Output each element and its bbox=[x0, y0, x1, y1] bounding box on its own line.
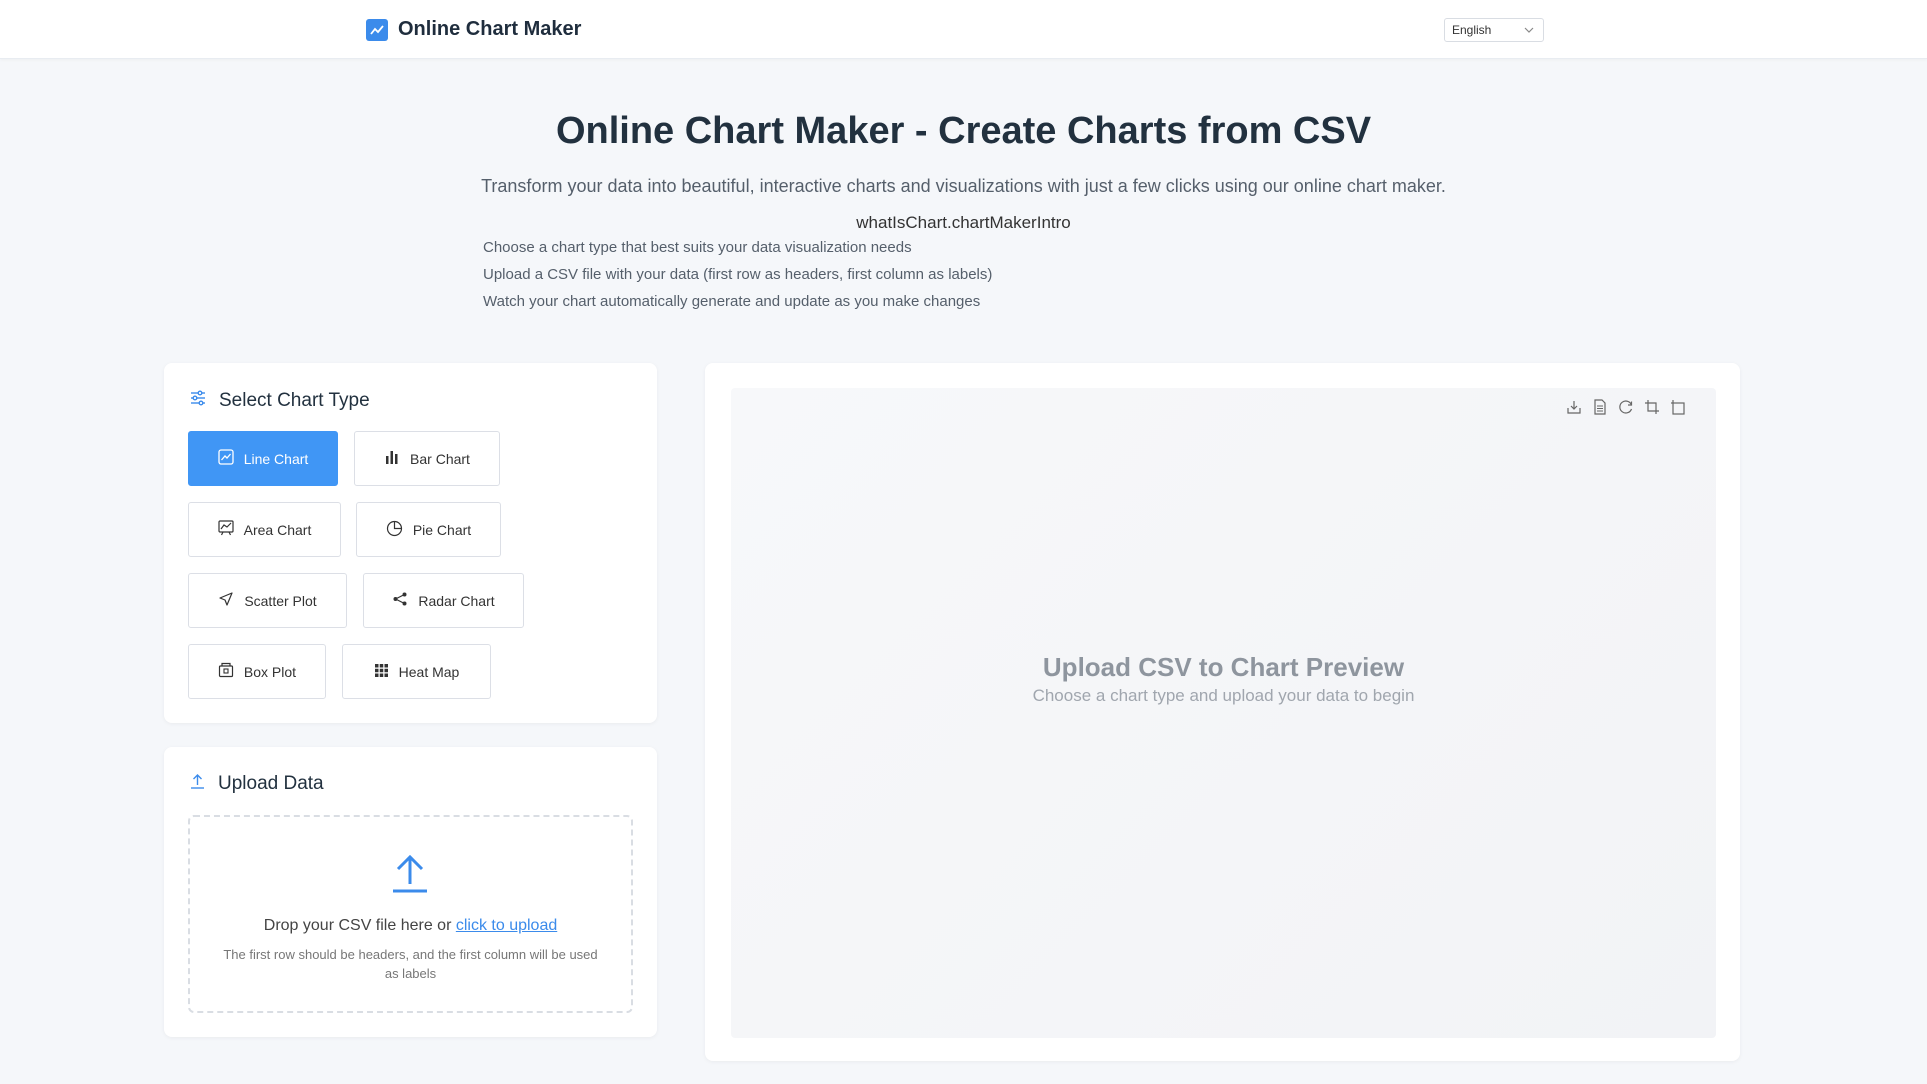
preview-title: Upload CSV to Chart Preview bbox=[1042, 652, 1405, 682]
trend-line-icon bbox=[366, 18, 388, 41]
button-label: Area Chart bbox=[243, 521, 312, 538]
scatter-plot-button[interactable]: Scatter Plot bbox=[188, 573, 347, 628]
button-label: Scatter Plot bbox=[244, 592, 317, 609]
area-chart-icon bbox=[218, 520, 234, 539]
download-icon[interactable] bbox=[1565, 398, 1582, 415]
page-title: Online Chart Maker - Create Charts from … bbox=[555, 110, 1372, 152]
scatter-icon bbox=[218, 591, 234, 610]
button-label: Heat Map bbox=[398, 663, 460, 680]
pie-chart-button[interactable]: Pie Chart bbox=[356, 502, 501, 557]
chevron-down-icon bbox=[1523, 24, 1535, 39]
page-subtitle: Transform your data into beautiful, inte… bbox=[481, 176, 1446, 196]
button-label: Bar Chart bbox=[410, 450, 470, 467]
brand-title: Online Chart Maker bbox=[398, 18, 582, 40]
document-icon[interactable] bbox=[1591, 398, 1608, 415]
button-label: Radar Chart bbox=[418, 592, 495, 609]
box-icon bbox=[218, 662, 234, 681]
drop-label: Drop your CSV file here or bbox=[263, 917, 456, 934]
chart-type-panel: Select Chart Type Line Chart Bar Chart A… bbox=[164, 363, 657, 723]
chart-preview-panel: Upload CSV to Chart Preview Choose a cha… bbox=[705, 363, 1740, 1061]
pie-chart-icon bbox=[386, 520, 403, 540]
panel-title: Select Chart Type bbox=[219, 389, 370, 411]
language-select[interactable]: English bbox=[1444, 18, 1544, 42]
upload-icon bbox=[189, 773, 206, 795]
language-value: English bbox=[1452, 23, 1492, 37]
button-label: Pie Chart bbox=[412, 521, 472, 538]
top-bar: Online Chart Maker English bbox=[0, 0, 1927, 59]
upload-header: Upload Data bbox=[189, 773, 324, 795]
line-chart-button[interactable]: Line Chart bbox=[188, 431, 338, 486]
button-label: Line Chart bbox=[243, 450, 309, 467]
csv-dropzone[interactable]: Drop your CSV file here or click to uplo… bbox=[188, 815, 633, 1013]
button-label: Box Plot bbox=[243, 663, 297, 680]
chart-toolbar bbox=[1565, 398, 1686, 415]
area-chart-button[interactable]: Area Chart bbox=[188, 502, 341, 557]
heat-map-button[interactable]: Heat Map bbox=[342, 644, 491, 699]
line-chart-icon bbox=[218, 449, 234, 468]
chart-preview-area: Upload CSV to Chart Preview Choose a cha… bbox=[731, 388, 1716, 1038]
bar-chart-icon bbox=[384, 449, 400, 468]
step-item: Choose a chart type that best suits your… bbox=[483, 239, 912, 256]
bar-chart-button[interactable]: Bar Chart bbox=[354, 431, 500, 486]
intro-text: whatIsChart.chartMakerIntro bbox=[856, 213, 1071, 232]
dropzone-hint: The first row should be headers, and the… bbox=[223, 947, 598, 981]
crop-alt-icon[interactable] bbox=[1669, 398, 1686, 415]
step-item: Upload a CSV file with your data (first … bbox=[483, 266, 993, 283]
crop-icon[interactable] bbox=[1643, 398, 1660, 415]
refresh-icon[interactable] bbox=[1617, 398, 1634, 415]
click-to-upload-link[interactable]: click to upload bbox=[456, 917, 557, 934]
steps-list: Choose a chart type that best suits your… bbox=[483, 238, 992, 319]
dropzone-text: Drop your CSV file here or click to uplo… bbox=[190, 917, 631, 935]
radar-chart-button[interactable]: Radar Chart bbox=[363, 573, 524, 628]
grid-icon bbox=[374, 663, 389, 681]
chart-type-header: Select Chart Type bbox=[189, 389, 370, 412]
upload-arrow-icon bbox=[390, 853, 430, 900]
upload-panel: Upload Data Drop your CSV file here or c… bbox=[164, 747, 657, 1037]
preview-subtitle: Choose a chart type and upload your data… bbox=[1032, 686, 1415, 705]
share-icon bbox=[392, 591, 408, 610]
sliders-icon bbox=[189, 389, 207, 412]
box-plot-button[interactable]: Box Plot bbox=[188, 644, 326, 699]
brand[interactable]: Online Chart Maker bbox=[366, 18, 581, 41]
panel-title: Upload Data bbox=[218, 773, 324, 794]
step-item: Watch your chart automatically generate … bbox=[483, 293, 981, 310]
